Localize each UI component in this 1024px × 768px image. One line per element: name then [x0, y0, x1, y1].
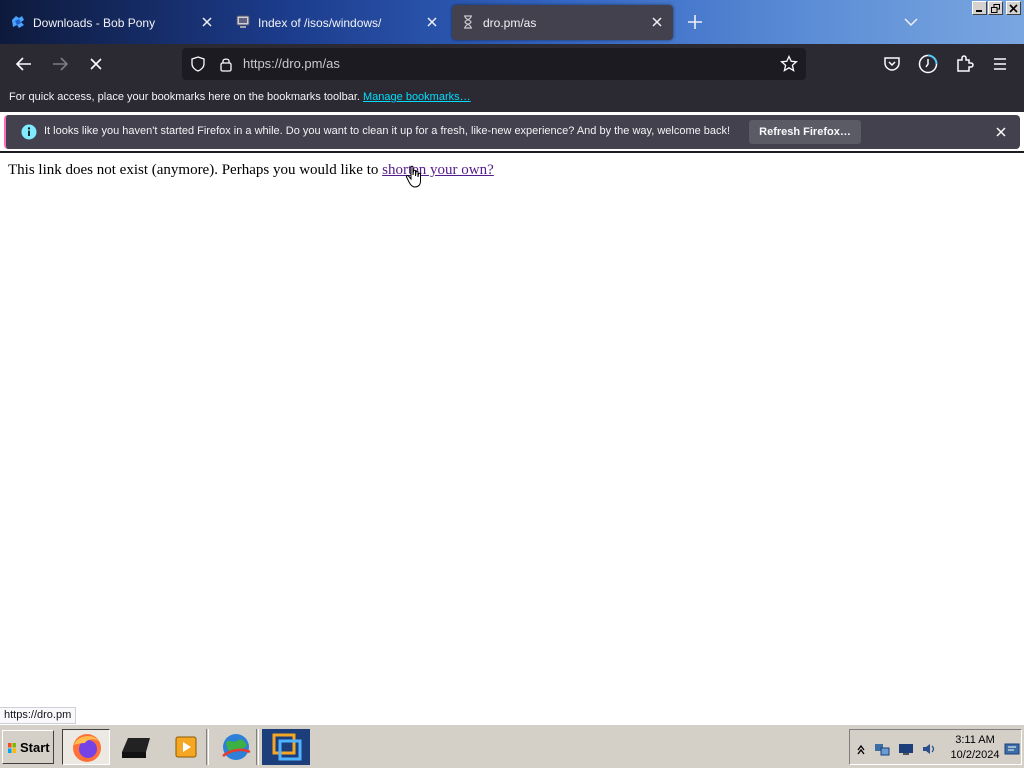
start-label: Start — [20, 740, 50, 755]
notification-message: It looks like you haven't started Firefo… — [44, 125, 731, 137]
show-hidden-icons-icon[interactable] — [853, 741, 869, 757]
taskbar-separator — [206, 729, 209, 765]
close-tab-icon[interactable] — [199, 14, 215, 30]
taskbar-separator — [256, 729, 259, 765]
windows-taskbar: Start 3:11 AM 10/2/2024 — [0, 724, 1024, 768]
system-tray: 3:11 AM 10/2/2024 — [849, 729, 1022, 765]
link-status-panel: https://dro.pm — [0, 707, 77, 724]
network-icon[interactable] — [874, 741, 890, 757]
restore-window-button[interactable] — [988, 1, 1003, 15]
back-arrow-icon[interactable] — [12, 52, 36, 76]
media-player-icon — [175, 736, 197, 758]
clock-time[interactable]: 3:11 AM — [954, 734, 996, 746]
close-tab-icon[interactable] — [649, 14, 665, 30]
virtualbox-taskbar-button[interactable] — [262, 729, 310, 765]
forward-arrow-icon[interactable] — [48, 52, 72, 76]
clock-date[interactable]: 10/2/2024 — [946, 749, 1004, 761]
hamburger-menu-icon[interactable] — [988, 52, 1012, 76]
tab-index-of-isos-windows[interactable]: Index of /isos/windows/ — [227, 5, 447, 40]
close-icon — [1009, 4, 1018, 13]
new-tab-icon[interactable] — [684, 11, 706, 33]
tab-title: dro.pm/as — [483, 16, 537, 30]
refresh-firefox-button[interactable]: Refresh Firefox… — [749, 120, 861, 144]
server-icon — [236, 15, 250, 28]
close-notification-icon[interactable] — [993, 124, 1009, 140]
monitor-icon[interactable] — [898, 741, 914, 757]
url-text: https://dro.pm/as — [243, 56, 340, 71]
lock-icon[interactable] — [218, 56, 234, 72]
tab-downloads-bob-pony[interactable]: Downloads - Bob Pony — [2, 5, 222, 40]
account-sync-icon[interactable] — [916, 52, 940, 76]
address-bar[interactable]: https://dro.pm/as — [182, 48, 806, 80]
page-content: This link does not exist (anymore). Perh… — [0, 153, 1024, 723]
tab-title: Downloads - Bob Pony — [33, 16, 156, 30]
windows-flag-icon — [8, 743, 16, 753]
tracking-shield-icon[interactable] — [190, 56, 206, 72]
minimize-window-button[interactable] — [972, 1, 987, 15]
restore-icon — [991, 4, 1000, 13]
hand-cursor-icon — [405, 165, 421, 188]
refresh-firefox-notification: It looks like you haven't started Firefo… — [4, 115, 1020, 149]
tab-title: Index of /isos/windows/ — [258, 16, 382, 30]
puzzle-icon — [12, 16, 24, 28]
computer-taskbar-button[interactable] — [112, 729, 160, 765]
firefox-icon — [73, 734, 101, 762]
manage-bookmarks-link[interactable]: Manage bookmarks… — [363, 91, 471, 103]
bookmarks-toolbar: For quick access, place your bookmarks h… — [0, 84, 1024, 112]
start-button[interactable]: Start — [2, 730, 54, 764]
info-icon — [21, 124, 37, 140]
pocket-icon[interactable] — [880, 52, 904, 76]
action-center-icon[interactable] — [1004, 741, 1020, 757]
tab-dro-pm-as[interactable]: dro.pm/as — [452, 5, 673, 40]
tab-strip: Downloads - Bob Pony Index of /isos/wind… — [0, 0, 1024, 44]
minimize-icon — [976, 10, 982, 12]
firefox-taskbar-button[interactable] — [62, 729, 110, 765]
computer-icon — [122, 738, 150, 758]
not-found-text: This link does not exist (anymore). Perh… — [8, 162, 383, 178]
list-all-tabs-icon[interactable] — [902, 13, 920, 31]
extensions-puzzle-icon[interactable] — [952, 52, 976, 76]
bookmarks-toolbar-message: For quick access, place your bookmarks h… — [9, 91, 471, 103]
close-window-button[interactable] — [1006, 1, 1021, 15]
media-player-taskbar-button[interactable] — [162, 729, 210, 765]
shorten-your-own-link[interactable]: shorten your own? — [382, 162, 494, 178]
globe-icon — [222, 734, 251, 760]
window-app-icon — [272, 733, 302, 761]
close-tab-icon[interactable] — [424, 14, 440, 30]
stop-loading-icon[interactable] — [84, 52, 108, 76]
internet-globe-taskbar-button[interactable] — [212, 729, 260, 765]
bookmarks-hint-text: For quick access, place your bookmarks h… — [9, 91, 360, 103]
volume-icon[interactable] — [921, 741, 937, 757]
hourglass-icon — [464, 15, 472, 29]
navigation-toolbar: https://dro.pm/as — [0, 44, 1024, 84]
bookmark-star-icon[interactable] — [780, 55, 798, 73]
